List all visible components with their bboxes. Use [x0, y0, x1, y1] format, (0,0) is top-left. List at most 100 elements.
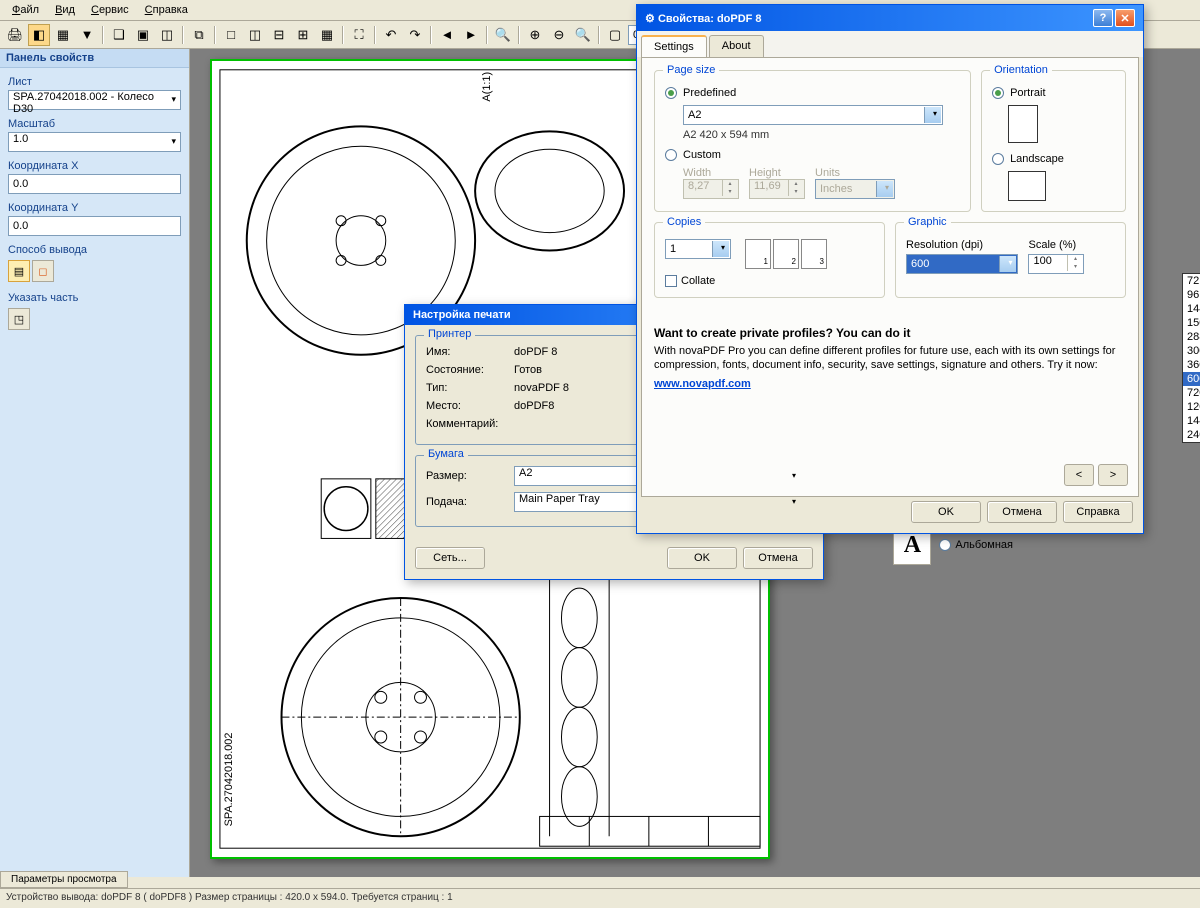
promo-text: With novaPDF Pro you can define differen…: [654, 344, 1126, 372]
props-help-button[interactable]: Справка: [1063, 501, 1133, 523]
zoom-out-icon[interactable]: ⊖: [548, 24, 570, 46]
height-input: 11,69: [749, 179, 805, 199]
tool-btn-6[interactable]: ⧉: [188, 24, 210, 46]
tool-btn-1[interactable]: ◧: [28, 24, 50, 46]
bottom-tab-params[interactable]: Параметры просмотра: [0, 871, 128, 888]
print-setup-title: Настройка печати: [413, 309, 511, 321]
output-label: Способ вывода: [8, 244, 181, 256]
dpi-option[interactable]: 288: [1183, 330, 1200, 344]
zoom-in-icon[interactable]: ⊕: [524, 24, 546, 46]
units-select: Inches: [815, 179, 895, 199]
layout-3-icon[interactable]: ⊟: [268, 24, 290, 46]
part-label: Указать часть: [8, 292, 181, 304]
sheet-select[interactable]: SPA.27042018.002 - Колесо D30: [8, 90, 181, 110]
page-size-legend: Page size: [663, 64, 719, 76]
svg-text:A(1:1): A(1:1): [481, 72, 493, 102]
paper-legend: Бумага: [424, 448, 468, 460]
promo-link[interactable]: www.novapdf.com: [654, 378, 751, 390]
dopdf-properties-dialog: ⚙ Свойства: doPDF 8 ? ✕ Settings About P…: [636, 4, 1144, 534]
props-titlebar[interactable]: ⚙ Свойства: doPDF 8 ? ✕: [637, 5, 1143, 31]
properties-panel: Панель свойств Лист SPA.27042018.002 - К…: [0, 49, 190, 877]
predefined-dim: A2 420 x 594 mm: [683, 129, 960, 141]
tool-btn-2[interactable]: ▦: [52, 24, 74, 46]
layout-4-icon[interactable]: ⊞: [292, 24, 314, 46]
printer-legend: Принтер: [424, 328, 475, 340]
radio-landscape-prop[interactable]: Landscape: [992, 153, 1115, 165]
statusbar: Устройство вывода: doPDF 8 ( doPDF8 ) Ра…: [0, 888, 1200, 908]
scale-input[interactable]: 100: [1028, 254, 1084, 274]
gear-icon: ⚙: [645, 13, 655, 25]
fit-icon[interactable]: ⛶: [348, 24, 370, 46]
zoom-fit-icon[interactable]: 🔍: [492, 24, 514, 46]
zoom-100-icon[interactable]: ▢: [604, 24, 626, 46]
nav-left-icon[interactable]: ◄: [436, 24, 458, 46]
menu-view[interactable]: Вид: [49, 2, 81, 18]
output-mode-1[interactable]: ▤: [8, 260, 30, 282]
resolution-dropdown[interactable]: 7296144150288300360600720120014402400: [1182, 273, 1200, 443]
menu-help[interactable]: Справка: [139, 2, 194, 18]
svg-text:SPA.27042018.002: SPA.27042018.002: [223, 733, 235, 827]
dpi-option[interactable]: 1200: [1183, 400, 1200, 414]
dpi-option[interactable]: 300: [1183, 344, 1200, 358]
next-button[interactable]: >: [1098, 464, 1128, 486]
print-ok-button[interactable]: OK: [667, 547, 737, 569]
select-part-btn[interactable]: ◳: [8, 308, 30, 330]
graphic-legend: Graphic: [904, 216, 951, 228]
copies-legend: Copies: [663, 216, 705, 228]
dpi-option[interactable]: 150: [1183, 316, 1200, 330]
dpi-option[interactable]: 96: [1183, 288, 1200, 302]
layout-5-icon[interactable]: ▦: [316, 24, 338, 46]
collate-preview: 123: [745, 239, 827, 269]
radio-predefined[interactable]: Predefined: [665, 87, 960, 99]
rotate-left-icon[interactable]: ↶: [380, 24, 402, 46]
menu-file[interactable]: Файл: [6, 2, 45, 18]
dpi-option[interactable]: 360: [1183, 358, 1200, 372]
menu-service[interactable]: Сервис: [85, 2, 135, 18]
network-button[interactable]: Сеть...: [415, 547, 485, 569]
rotate-right-icon[interactable]: ↷: [404, 24, 426, 46]
panel-title: Панель свойств: [0, 49, 189, 68]
dpi-option[interactable]: 2400: [1183, 428, 1200, 442]
landscape-icon: [1008, 171, 1046, 201]
tab-settings[interactable]: Settings: [641, 35, 707, 57]
tool-btn-3[interactable]: ❑: [108, 24, 130, 46]
output-mode-2[interactable]: ◻: [32, 260, 54, 282]
zoom-region-icon[interactable]: 🔍: [572, 24, 594, 46]
predefined-size-select[interactable]: A2: [683, 105, 943, 125]
print-cancel-button[interactable]: Отмена: [743, 547, 813, 569]
copies-select[interactable]: 1: [665, 239, 731, 259]
tool-btn-4[interactable]: ▣: [132, 24, 154, 46]
print-icon[interactable]: 🖨: [4, 24, 26, 46]
dpi-option[interactable]: 1440: [1183, 414, 1200, 428]
dpi-option[interactable]: 720: [1183, 386, 1200, 400]
scale-label: Масштаб: [8, 118, 181, 130]
nav-right-icon[interactable]: ►: [460, 24, 482, 46]
coordy-input[interactable]: [8, 216, 181, 236]
dpi-option[interactable]: 144: [1183, 302, 1200, 316]
scale-select[interactable]: 1.0: [8, 132, 181, 152]
collate-checkbox[interactable]: Collate: [665, 275, 874, 287]
close-icon[interactable]: ✕: [1115, 9, 1135, 27]
radio-landscape[interactable]: Альбомная: [939, 539, 1013, 551]
promo-title: Want to create private profiles? You can…: [654, 326, 1126, 340]
coordy-label: Координата Y: [8, 202, 181, 214]
orientation-legend: Orientation: [990, 64, 1052, 76]
resolution-select[interactable]: 600: [906, 254, 1018, 274]
layout-1-icon[interactable]: □: [220, 24, 242, 46]
layout-2-icon[interactable]: ◫: [244, 24, 266, 46]
prev-button[interactable]: <: [1064, 464, 1094, 486]
dpi-option[interactable]: 600: [1183, 372, 1200, 386]
tab-about[interactable]: About: [709, 35, 764, 57]
width-input: 8,27: [683, 179, 739, 199]
props-cancel-button[interactable]: Отмена: [987, 501, 1057, 523]
tool-btn-5[interactable]: ◫: [156, 24, 178, 46]
radio-portrait[interactable]: Portrait: [992, 87, 1115, 99]
props-ok-button[interactable]: OK: [911, 501, 981, 523]
dpi-option[interactable]: 72: [1183, 274, 1200, 288]
filter-icon[interactable]: ▼: [76, 24, 98, 46]
help-icon[interactable]: ?: [1093, 9, 1113, 27]
sheet-label: Лист: [8, 76, 181, 88]
coordx-input[interactable]: [8, 174, 181, 194]
coordx-label: Координата X: [8, 160, 181, 172]
radio-custom[interactable]: Custom: [665, 149, 960, 161]
